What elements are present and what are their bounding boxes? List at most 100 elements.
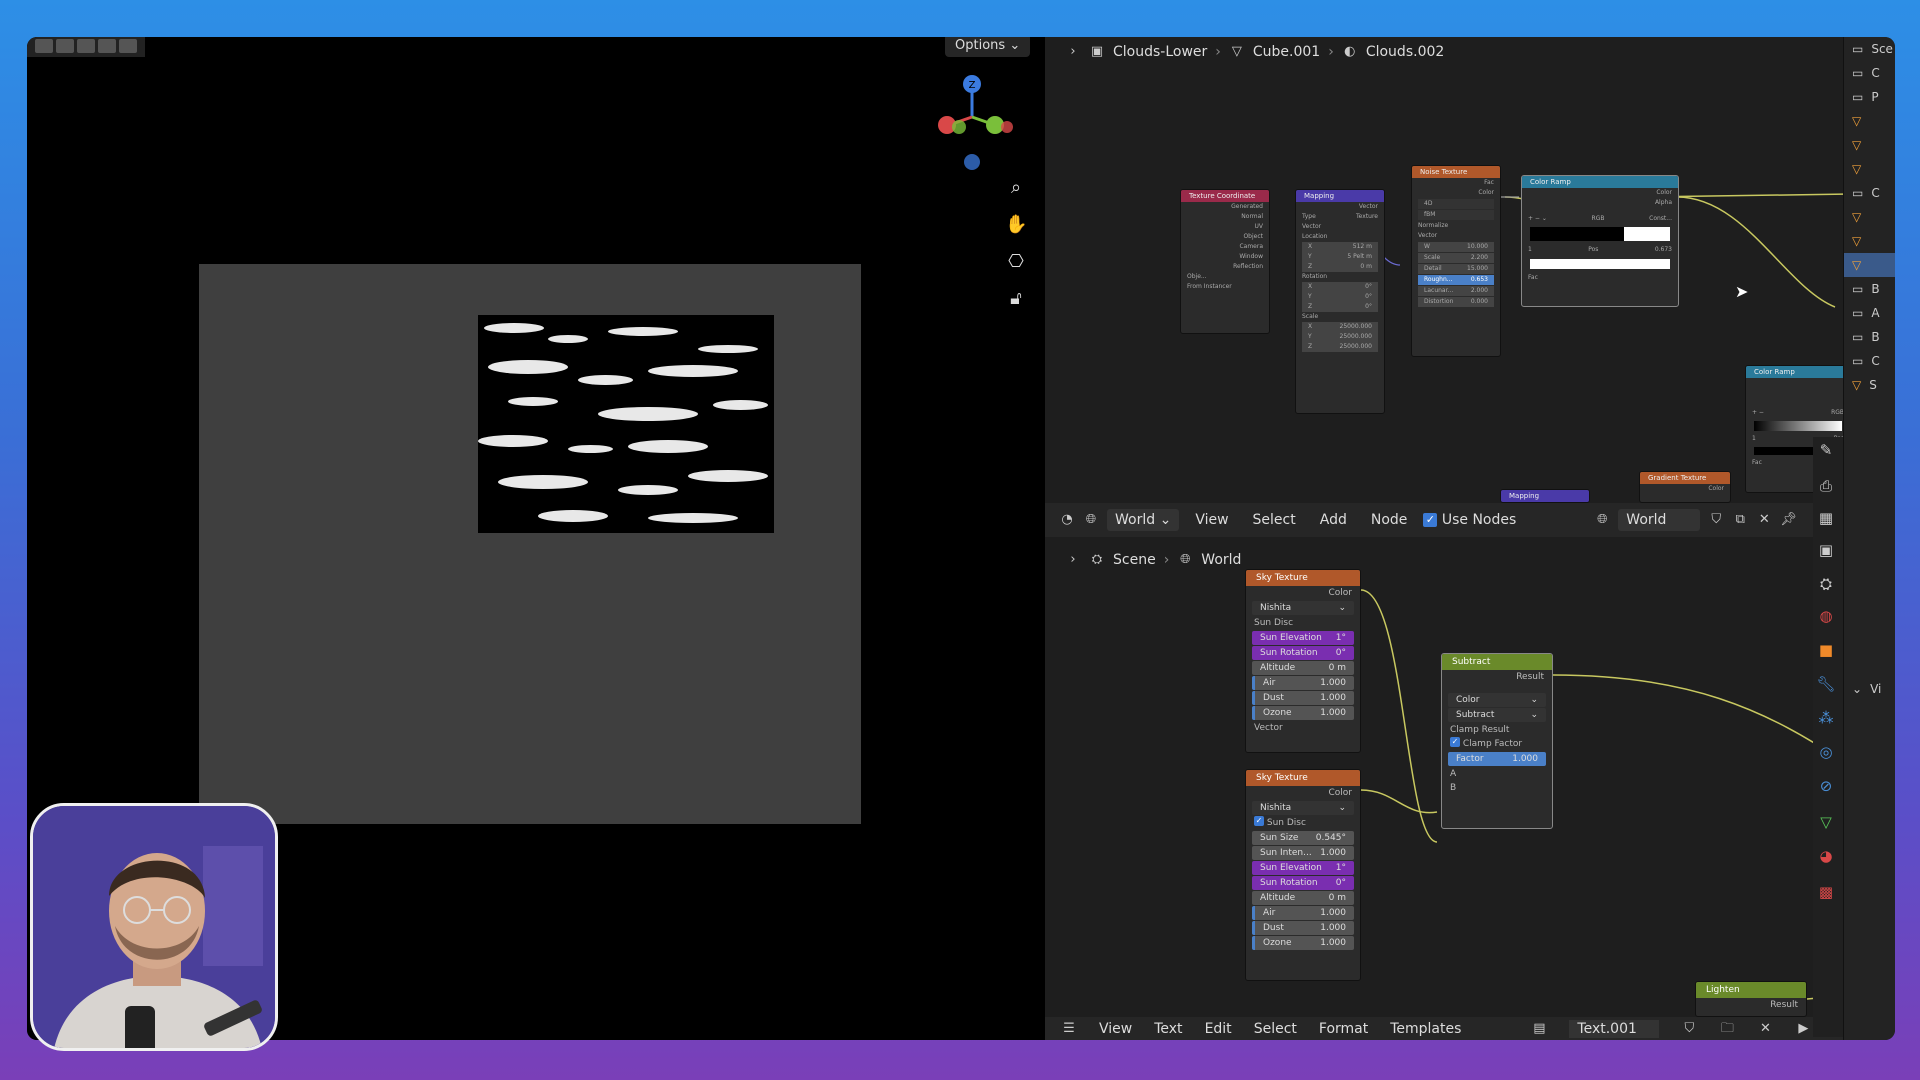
dust-field[interactable]: 1.000 xyxy=(1320,691,1346,705)
menu-select[interactable]: Select xyxy=(1245,509,1304,531)
menu-view[interactable]: View xyxy=(1187,509,1236,531)
shader-node-editor[interactable]: › ▣ Clouds-Lower › ▽ Cube.001 › ◐ Clouds… xyxy=(1045,37,1851,503)
outliner-row[interactable]: ▽ xyxy=(1844,133,1895,157)
mapping-node-2[interactable]: Mapping xyxy=(1500,489,1590,503)
modifier-wrench-icon[interactable]: 🔧︎ xyxy=(1813,671,1839,697)
menu-templates[interactable]: Templates xyxy=(1390,1021,1461,1037)
sun-intensity-field[interactable]: 1.000 xyxy=(1320,846,1346,860)
menu-node[interactable]: Node xyxy=(1363,509,1416,531)
text-datablock-field[interactable]: Text.001 xyxy=(1569,1019,1660,1038)
roughness-field[interactable]: 0.653 xyxy=(1471,275,1488,285)
editor-type-icon[interactable]: ◔ xyxy=(1059,512,1075,528)
pos-field[interactable]: 0.673 xyxy=(1655,245,1672,255)
fake-user-shield-icon[interactable]: ⛉ xyxy=(1708,512,1724,528)
rotation-z-field[interactable]: 0° xyxy=(1365,302,1372,312)
dust-field[interactable]: 1.000 xyxy=(1320,921,1346,935)
sky-type-dropdown[interactable]: Nishita xyxy=(1260,801,1291,815)
mode-icon-2[interactable] xyxy=(77,39,95,53)
tool-icon[interactable]: ✎ xyxy=(1813,437,1839,463)
outliner-row[interactable]: ▽ xyxy=(1844,157,1895,181)
dimensions-dropdown[interactable]: 4D xyxy=(1424,199,1432,209)
sky-type-dropdown[interactable]: Nishita xyxy=(1260,601,1291,615)
properties-header-icon[interactable] xyxy=(1813,77,1839,103)
w-field[interactable]: 10.000 xyxy=(1467,242,1488,252)
outliner-row[interactable]: ▽ xyxy=(1844,109,1895,133)
outliner-row[interactable]: ▭ B xyxy=(1844,277,1895,301)
ozone-field[interactable]: 1.000 xyxy=(1320,936,1346,950)
object-data-icon[interactable]: ▽ xyxy=(1813,809,1839,835)
sun-rotation-field[interactable]: 0° xyxy=(1336,876,1346,890)
ozone-field[interactable]: 1.000 xyxy=(1320,706,1346,720)
menu-select[interactable]: Select xyxy=(1254,1021,1297,1037)
ramp-gradient[interactable] xyxy=(1530,227,1670,241)
select-box-icon[interactable] xyxy=(35,39,53,53)
stop-color-swatch[interactable] xyxy=(1530,259,1670,269)
stop-index-field[interactable]: 1 xyxy=(1528,245,1532,255)
breadcrumb-object[interactable]: Clouds-Lower xyxy=(1113,44,1207,60)
text-file-icon[interactable]: ▤ xyxy=(1531,1021,1547,1037)
blend-mode-dropdown[interactable]: Subtract xyxy=(1456,708,1494,722)
outliner-row[interactable]: ▽ xyxy=(1844,205,1895,229)
close-icon[interactable]: ✕ xyxy=(1756,512,1772,528)
world-datablock-field[interactable]: World xyxy=(1618,509,1701,531)
lacunarity-field[interactable]: 2.000 xyxy=(1471,286,1488,296)
sun-disc-checkbox[interactable]: Sun Disc xyxy=(1267,816,1306,830)
scene-icon[interactable]: ⛭ xyxy=(1813,571,1839,597)
constraints-icon[interactable]: ⊘ xyxy=(1813,773,1839,799)
render-icon[interactable]: ⎙ xyxy=(1813,473,1839,499)
altitude-field[interactable]: 0 m xyxy=(1329,661,1346,675)
run-script-icon[interactable]: ▶ xyxy=(1795,1021,1811,1037)
location-y-field[interactable]: 5 Pelt m xyxy=(1347,252,1372,262)
fake-user-shield-icon[interactable]: ⛉ xyxy=(1681,1021,1697,1037)
menu-format[interactable]: Format xyxy=(1319,1021,1368,1037)
mapping-node[interactable]: Mapping Vector Type Texture Vector Locati… xyxy=(1295,189,1385,414)
outliner-row[interactable]: ▭ Sce xyxy=(1844,37,1895,61)
sun-disc-checkbox[interactable]: Sun Disc xyxy=(1254,616,1293,630)
pin-icon[interactable]: 📌︎ xyxy=(1780,512,1797,528)
options-dropdown[interactable]: Options ⌄ xyxy=(945,37,1031,57)
outliner-row[interactable]: ⌄ Vi xyxy=(1844,677,1895,701)
breadcrumb-mesh[interactable]: Cube.001 xyxy=(1253,44,1320,60)
open-folder-icon[interactable]: 🗀︎ xyxy=(1719,1021,1735,1037)
lighten-mix-node[interactable]: Lighten Result xyxy=(1695,981,1807,1017)
sun-size-field[interactable]: 0.545° xyxy=(1316,831,1346,845)
particles-icon[interactable]: ⁂ xyxy=(1813,705,1839,731)
ramp-gradient[interactable] xyxy=(1754,421,1842,431)
normalize-checkbox[interactable]: Normalize xyxy=(1418,221,1448,231)
stop-index-field[interactable]: 1 xyxy=(1752,434,1756,444)
menu-text[interactable]: Text xyxy=(1154,1021,1182,1037)
breadcrumb-material[interactable]: Clouds.002 xyxy=(1366,44,1444,60)
breadcrumb-scene[interactable]: Scene xyxy=(1113,552,1156,568)
breadcrumb-world[interactable]: World xyxy=(1201,552,1241,568)
scale-x-field[interactable]: 25000.000 xyxy=(1340,322,1372,332)
menu-view[interactable]: View xyxy=(1099,1021,1132,1037)
camera-icon[interactable]: ⎔ xyxy=(1005,251,1027,273)
texture-coordinate-node[interactable]: Texture Coordinate Generated Normal UV O… xyxy=(1180,189,1270,334)
basis-dropdown[interactable]: fBM xyxy=(1424,210,1435,220)
text-editor-icon[interactable]: ☰ xyxy=(1061,1021,1077,1037)
shader-type-dropdown[interactable]: World ⌄ xyxy=(1107,509,1180,531)
from-instancer-checkbox[interactable]: From Instancer xyxy=(1187,282,1232,292)
rotation-y-field[interactable]: 0° xyxy=(1365,292,1372,302)
navigation-gizmo[interactable]: Z xyxy=(927,67,1017,177)
clamp-result-checkbox[interactable]: Clamp Result xyxy=(1450,723,1509,737)
location-x-field[interactable]: 512 m xyxy=(1353,242,1372,252)
zoom-icon[interactable]: ⌕ xyxy=(1005,177,1027,199)
location-z-field[interactable]: 0 m xyxy=(1360,262,1372,272)
noise-texture-node[interactable]: Noise Texture Fac Color 4D fBM Normalize… xyxy=(1411,165,1501,357)
add-stop-icon[interactable]: + − ⌄ xyxy=(1528,214,1547,224)
outliner-row[interactable]: ▭ A xyxy=(1844,301,1895,325)
outliner-row[interactable]: ▭ C xyxy=(1844,349,1895,373)
world-icon[interactable]: 🌐︎ xyxy=(1594,512,1610,528)
close-icon[interactable]: ✕ xyxy=(1757,1021,1773,1037)
outliner-row-selected[interactable]: ▽ xyxy=(1844,253,1895,277)
world-node-editor[interactable]: › ⛭ Scene › 🌐︎ World Sky Texture Color N… xyxy=(1045,537,1851,1017)
scale-y-field[interactable]: 25000.000 xyxy=(1340,332,1372,342)
menu-edit[interactable]: Edit xyxy=(1205,1021,1232,1037)
distortion-field[interactable]: 0.000 xyxy=(1471,297,1488,307)
detail-field[interactable]: 15.000 xyxy=(1467,264,1488,274)
air-field[interactable]: 1.000 xyxy=(1320,906,1346,920)
sun-elevation-field[interactable]: 1° xyxy=(1336,631,1346,645)
interpolation-dropdown[interactable]: Const... xyxy=(1649,214,1672,224)
sun-elevation-field[interactable]: 1° xyxy=(1336,861,1346,875)
